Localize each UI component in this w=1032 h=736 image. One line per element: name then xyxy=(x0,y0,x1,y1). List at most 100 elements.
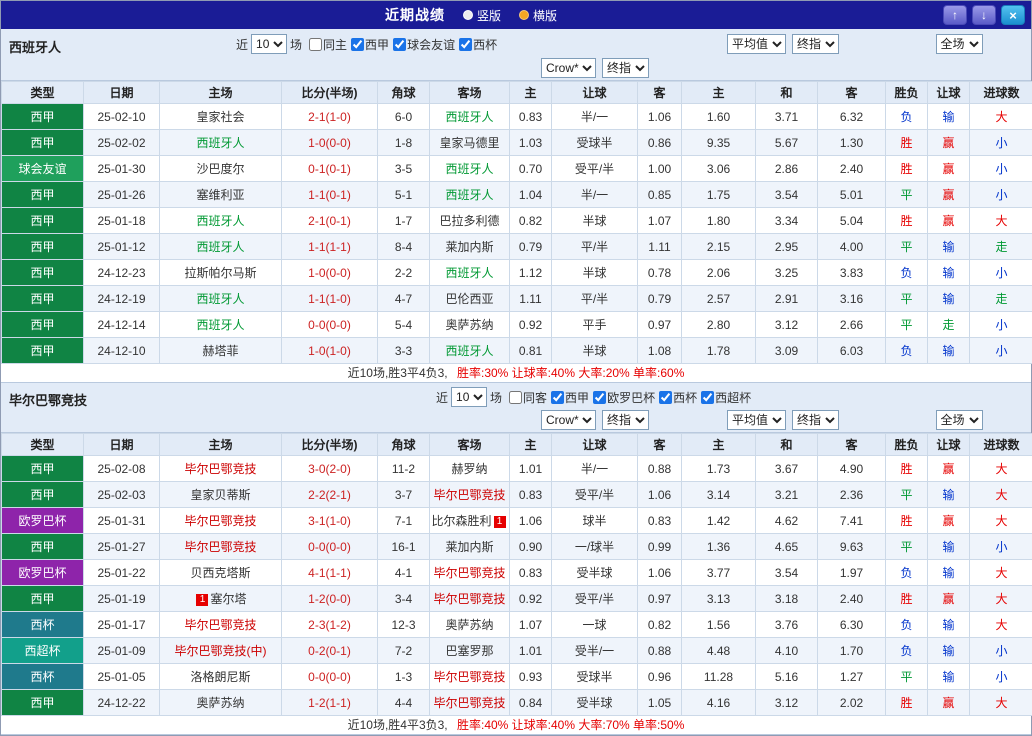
home-team[interactable]: 奥萨苏纳 xyxy=(160,690,282,716)
home-team[interactable]: 毕尔巴鄂竞技 xyxy=(160,508,282,534)
home-team[interactable]: 赫塔菲 xyxy=(160,338,282,364)
avg-dropdown-group: 平均值 终指 xyxy=(681,410,885,430)
filter-checkbox-input[interactable] xyxy=(659,391,672,404)
away-team[interactable]: 奥萨苏纳 xyxy=(430,312,510,338)
filter-checkbox-input[interactable] xyxy=(309,38,322,51)
filter-checkbox-input[interactable] xyxy=(701,391,714,404)
away-team[interactable]: 赫罗纳 xyxy=(430,456,510,482)
result-win-draw-lose: 平 xyxy=(886,312,928,338)
result-goals: 小 xyxy=(970,260,1032,286)
match-score: 3-1(1-0) xyxy=(282,508,378,534)
home-team[interactable]: 1塞尔塔 xyxy=(160,586,282,612)
scope-select[interactable]: 全场 xyxy=(936,34,983,54)
away-team[interactable]: 比尔森胜利1 xyxy=(430,508,510,534)
filter-checkbox-西超杯[interactable]: 西超杯 xyxy=(701,389,751,406)
filter-checkbox-球会友谊[interactable]: 球会友谊 xyxy=(393,36,455,53)
result-goals: 走 xyxy=(970,286,1032,312)
away-team[interactable]: 巴伦西亚 xyxy=(430,286,510,312)
odds-time-select[interactable]: 终指 xyxy=(602,58,649,78)
home-team[interactable]: 毕尔巴鄂竞技 xyxy=(160,456,282,482)
away-team[interactable]: 西班牙人 xyxy=(430,156,510,182)
summary-record: 近10场,胜4平3负3, xyxy=(348,718,448,732)
filter-checkbox-欧罗巴杯[interactable]: 欧罗巴杯 xyxy=(593,389,655,406)
home-team[interactable]: 西班牙人 xyxy=(160,286,282,312)
away-team[interactable]: 西班牙人 xyxy=(430,260,510,286)
move-up-button[interactable]: ↑ xyxy=(943,5,967,25)
team-name[interactable]: 毕尔巴鄂竞技 xyxy=(9,390,87,409)
avg-home: 2.06 xyxy=(682,260,756,286)
avg-source-select[interactable]: 平均值 xyxy=(727,34,786,54)
away-team[interactable]: 西班牙人 xyxy=(430,104,510,130)
avg-time-select[interactable]: 终指 xyxy=(792,410,839,430)
filter-checkbox-同主[interactable]: 同主 xyxy=(309,36,347,53)
home-team[interactable]: 西班牙人 xyxy=(160,208,282,234)
avg-source-select[interactable]: 平均值 xyxy=(727,410,786,430)
recent-count-select[interactable]: 10 xyxy=(451,387,487,407)
away-team[interactable]: 巴拉多利德 xyxy=(430,208,510,234)
filter-checkbox-input[interactable] xyxy=(551,391,564,404)
home-team[interactable]: 拉斯帕尔马斯 xyxy=(160,260,282,286)
avg-away: 1.30 xyxy=(818,130,886,156)
filter-checkbox-西甲[interactable]: 西甲 xyxy=(551,389,589,406)
result-handicap: 输 xyxy=(928,260,970,286)
result-win-draw-lose: 平 xyxy=(886,664,928,690)
recent-count-select[interactable]: 10 xyxy=(251,34,287,54)
home-team[interactable]: 毕尔巴鄂竞技 xyxy=(160,534,282,560)
scope-select[interactable]: 全场 xyxy=(936,410,983,430)
home-team[interactable]: 皇家贝蒂斯 xyxy=(160,482,282,508)
away-team[interactable]: 毕尔巴鄂竞技 xyxy=(430,664,510,690)
col-odds-away: 客 xyxy=(638,434,682,456)
move-down-button[interactable]: ↓ xyxy=(972,5,996,25)
match-date: 25-01-09 xyxy=(84,638,160,664)
filter-checkbox-input[interactable] xyxy=(459,38,472,51)
odds-away: 0.97 xyxy=(638,586,682,612)
result-handicap: 赢 xyxy=(928,508,970,534)
away-team[interactable]: 毕尔巴鄂竞技 xyxy=(430,560,510,586)
away-team[interactable]: 毕尔巴鄂竞技 xyxy=(430,482,510,508)
away-team[interactable]: 莱加内斯 xyxy=(430,534,510,560)
filter-checkbox-input[interactable] xyxy=(351,38,364,51)
home-team[interactable]: 毕尔巴鄂竞技 xyxy=(160,612,282,638)
away-team[interactable]: 毕尔巴鄂竞技 xyxy=(430,690,510,716)
layout-radio-vertical[interactable]: 竖版 xyxy=(463,7,501,24)
filter-checkbox-西杯[interactable]: 西杯 xyxy=(659,389,697,406)
away-team[interactable]: 毕尔巴鄂竞技 xyxy=(430,586,510,612)
away-team[interactable]: 皇家马德里 xyxy=(430,130,510,156)
filter-checkbox-西杯[interactable]: 西杯 xyxy=(459,36,497,53)
avg-away: 2.40 xyxy=(818,156,886,182)
home-team[interactable]: 西班牙人 xyxy=(160,312,282,338)
away-team[interactable]: 巴塞罗那 xyxy=(430,638,510,664)
filter-checkbox-同客[interactable]: 同客 xyxy=(509,389,547,406)
home-team[interactable]: 塞维利亚 xyxy=(160,182,282,208)
layout-radio-horizontal[interactable]: 横版 xyxy=(519,7,557,24)
avg-time-select[interactable]: 终指 xyxy=(792,34,839,54)
col-avg-home: 主 xyxy=(682,434,756,456)
home-team[interactable]: 沙巴度尔 xyxy=(160,156,282,182)
home-team[interactable]: 西班牙人 xyxy=(160,234,282,260)
table-row: 西甲 25-01-19 1塞尔塔 1-2(0-0) 3-4 毕尔巴鄂竞技 0.9… xyxy=(2,586,1032,612)
home-team[interactable]: 洛格朗尼斯 xyxy=(160,664,282,690)
result-win-draw-lose: 负 xyxy=(886,338,928,364)
odds-time-select[interactable]: 终指 xyxy=(602,410,649,430)
home-team[interactable]: 西班牙人 xyxy=(160,130,282,156)
filter-checkbox-input[interactable] xyxy=(393,38,406,51)
filter-checkbox-西甲[interactable]: 西甲 xyxy=(351,36,389,53)
filter-checkbox-input[interactable] xyxy=(509,391,522,404)
col-result-wdl: 胜负 xyxy=(886,82,928,104)
team-name[interactable]: 西班牙人 xyxy=(9,37,61,56)
close-button[interactable]: × xyxy=(1001,5,1025,25)
home-team[interactable]: 皇家社会 xyxy=(160,104,282,130)
col-date: 日期 xyxy=(84,82,160,104)
away-team[interactable]: 奥萨苏纳 xyxy=(430,612,510,638)
home-team[interactable]: 贝西克塔斯 xyxy=(160,560,282,586)
odds-source-select[interactable]: Crow* xyxy=(541,58,596,78)
match-score: 1-1(1-1) xyxy=(282,234,378,260)
result-goals: 小 xyxy=(970,156,1032,182)
away-team[interactable]: 莱加内斯 xyxy=(430,234,510,260)
table-row: 西甲 25-01-12 西班牙人 1-1(1-1) 8-4 莱加内斯 0.79 … xyxy=(2,234,1032,260)
away-team[interactable]: 西班牙人 xyxy=(430,338,510,364)
filter-checkbox-input[interactable] xyxy=(593,391,606,404)
odds-source-select[interactable]: Crow* xyxy=(541,410,596,430)
away-team[interactable]: 西班牙人 xyxy=(430,182,510,208)
home-team[interactable]: 毕尔巴鄂竞技(中) xyxy=(160,638,282,664)
